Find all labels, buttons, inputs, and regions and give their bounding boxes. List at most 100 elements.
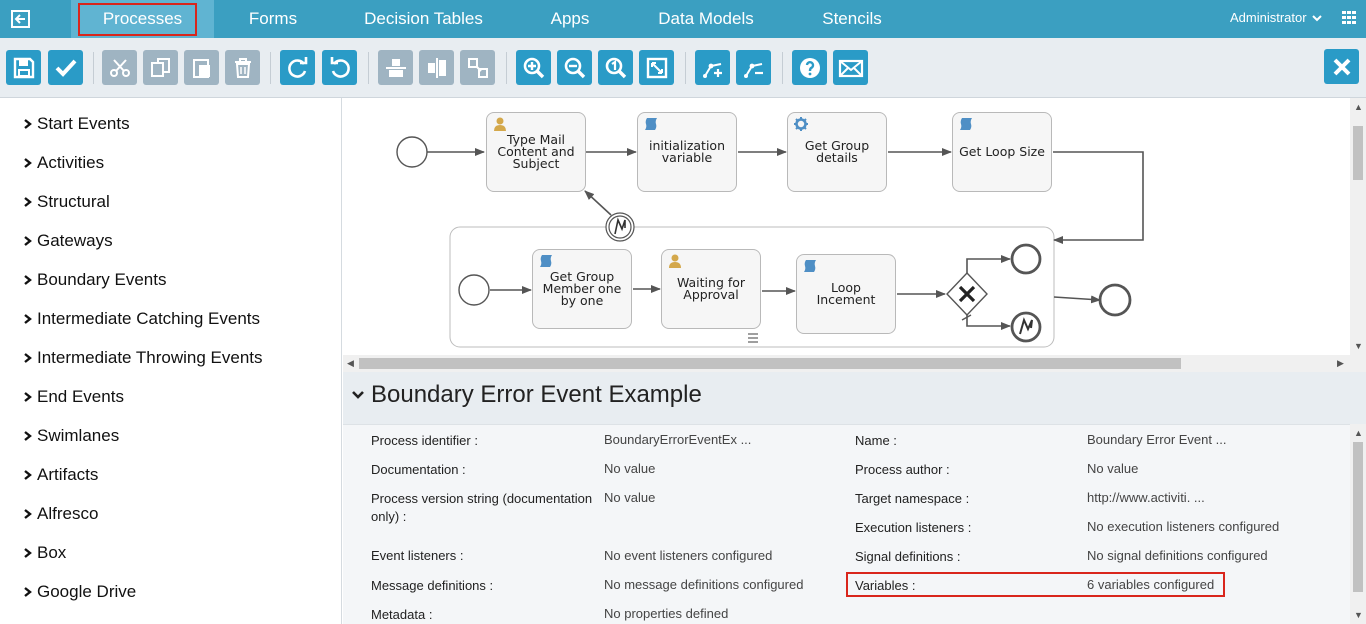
prop-value-version-string[interactable]: No value xyxy=(604,489,655,507)
zoom-in-button[interactable] xyxy=(516,50,551,85)
palette-group-artifacts[interactable]: Artifacts xyxy=(22,464,98,486)
task-label: Type Mail Content and Subject xyxy=(497,132,575,171)
task-initialization-variable[interactable]: initialization variable xyxy=(637,112,737,192)
sequence-flow[interactable] xyxy=(1053,295,1101,304)
user-menu[interactable]: Administrator xyxy=(1230,10,1322,25)
palette-group-start-events[interactable]: Start Events xyxy=(22,113,130,135)
prop-value-metadata[interactable]: No properties defined xyxy=(604,605,728,623)
prop-value-process-author[interactable]: No value xyxy=(1087,460,1138,478)
tab-data-models[interactable]: Data Models xyxy=(645,0,767,38)
task-label: Get Group details xyxy=(804,138,870,165)
help-button[interactable] xyxy=(792,50,827,85)
prop-value-target-namespace[interactable]: http://www.activiti. ... xyxy=(1087,489,1205,507)
envelope-icon xyxy=(838,59,863,77)
palette-group-label: Swimlanes xyxy=(37,426,120,445)
scroll-up-icon[interactable]: ▲ xyxy=(1354,428,1363,438)
scroll-down-icon[interactable]: ▼ xyxy=(1354,610,1363,620)
task-loop-increment[interactable]: Loop Incement xyxy=(796,254,896,334)
prop-value-documentation[interactable]: No value xyxy=(604,460,655,478)
scrollbar-thumb[interactable] xyxy=(359,358,1181,369)
palette-group-structural[interactable]: Structural xyxy=(22,191,110,213)
paste-button[interactable] xyxy=(184,50,219,85)
palette-group-google-drive[interactable]: Google Drive xyxy=(22,581,136,603)
task-get-loop-size[interactable]: Get Loop Size xyxy=(952,112,1052,192)
palette-group-gateways[interactable]: Gateways xyxy=(22,230,113,252)
apps-grid-icon[interactable] xyxy=(1342,11,1356,25)
prop-label: Process version string (documentation on… xyxy=(371,491,593,524)
palette-group-swimlanes[interactable]: Swimlanes xyxy=(22,425,119,447)
tab-forms[interactable]: Forms xyxy=(226,0,320,38)
undo-button[interactable] xyxy=(322,50,357,85)
scroll-down-icon[interactable]: ▼ xyxy=(1354,341,1363,351)
task-type-mail-content[interactable]: Type Mail Content and Subject xyxy=(486,112,586,192)
prop-label: Documentation : xyxy=(371,462,466,477)
palette-group-boundary-events[interactable]: Boundary Events xyxy=(22,269,166,291)
same-size-button[interactable] xyxy=(460,50,495,85)
palette-group-intermediate-catching-events[interactable]: Intermediate Catching Events xyxy=(22,308,260,330)
prop-label: Signal definitions : xyxy=(855,549,961,564)
task-label: Loop Incement xyxy=(816,280,876,307)
properties-header[interactable]: Boundary Error Event Example xyxy=(351,381,702,409)
prop-value-event-listeners[interactable]: No event listeners configured xyxy=(604,547,772,565)
task-waiting-for-approval[interactable]: Waiting for Approval xyxy=(661,249,761,329)
save-button[interactable] xyxy=(6,50,41,85)
end-event[interactable] xyxy=(1010,243,1042,275)
toolbar-divider xyxy=(782,52,783,84)
scroll-right-icon[interactable]: ▶ xyxy=(1337,358,1344,369)
task-get-group-member[interactable]: Get Group Member one by one xyxy=(532,249,632,329)
zoom-out-button[interactable] xyxy=(557,50,592,85)
prop-label: Process identifier : xyxy=(371,433,478,448)
process-title: Boundary Error Event Example xyxy=(371,381,702,408)
tab-apps[interactable]: Apps xyxy=(528,0,612,38)
add-bendpoint-button[interactable] xyxy=(695,50,730,85)
close-editor-button[interactable] xyxy=(1324,49,1359,84)
prop-value-process-identifier[interactable]: BoundaryErrorEventEx ... xyxy=(604,431,751,449)
prop-value-signal-definitions[interactable]: No signal definitions configured xyxy=(1087,547,1268,565)
prop-value-name[interactable]: Boundary Error Event ... xyxy=(1087,431,1226,449)
remove-bendpoint-icon xyxy=(743,62,763,78)
cut-button[interactable] xyxy=(102,50,137,85)
copy-icon xyxy=(150,57,170,77)
error-flow[interactable] xyxy=(584,190,612,216)
start-event[interactable] xyxy=(396,136,428,168)
palette-group-label: Intermediate Catching Events xyxy=(37,309,261,328)
remove-bendpoint-button[interactable] xyxy=(736,50,771,85)
subprocess-start-event[interactable] xyxy=(458,274,490,306)
palette-group-end-events[interactable]: End Events xyxy=(22,386,124,408)
highlight-box xyxy=(846,572,1225,597)
chevron-right-icon xyxy=(24,236,32,246)
palette-group-box[interactable]: Box xyxy=(22,542,66,564)
back-icon[interactable] xyxy=(10,8,32,30)
align-horizontal-button[interactable] xyxy=(419,50,454,85)
tab-decision-tables[interactable]: Decision Tables xyxy=(352,0,495,38)
prop-value-execution-listeners[interactable]: No execution listeners configured xyxy=(1087,518,1279,536)
task-get-group-details[interactable]: Get Group details xyxy=(787,112,887,192)
validate-button[interactable] xyxy=(48,50,83,85)
scroll-up-icon[interactable]: ▲ xyxy=(1354,102,1363,112)
align-vertical-button[interactable] xyxy=(378,50,413,85)
prop-value-message-definitions[interactable]: No message definitions configured xyxy=(604,576,803,594)
boundary-error-event[interactable] xyxy=(605,212,635,242)
top-navigation: Processes Forms Decision Tables Apps Dat… xyxy=(0,0,1366,44)
process-end-event[interactable] xyxy=(1098,283,1132,317)
palette-group-intermediate-throwing-events[interactable]: Intermediate Throwing Events xyxy=(22,347,263,369)
delete-button[interactable] xyxy=(225,50,260,85)
zoom-fit-button[interactable] xyxy=(639,50,674,85)
properties-scrollbar[interactable]: ▲ ▼ xyxy=(1350,424,1366,624)
task-label: initialization variable xyxy=(648,138,725,165)
redo-button[interactable] xyxy=(280,50,315,85)
tab-stencils[interactable]: Stencils xyxy=(806,0,898,38)
palette-group-activities[interactable]: Activities xyxy=(22,152,104,174)
feedback-button[interactable] xyxy=(833,50,868,85)
zoom-actual-button[interactable] xyxy=(598,50,633,85)
sequence-flow[interactable] xyxy=(1053,151,1144,244)
diagram-canvas[interactable]: Type Mail Content and Subject initializa… xyxy=(343,98,1350,355)
error-end-event[interactable] xyxy=(1010,311,1042,343)
scroll-left-icon[interactable]: ◀ xyxy=(347,358,354,369)
canvas-vertical-scrollbar[interactable]: ▲ ▼ xyxy=(1350,98,1366,355)
canvas-horizontal-scrollbar[interactable]: ◀ ▶ xyxy=(343,355,1350,372)
palette-group-alfresco[interactable]: Alfresco xyxy=(22,503,98,525)
scrollbar-thumb[interactable] xyxy=(1353,126,1363,180)
scrollbar-thumb[interactable] xyxy=(1353,442,1363,592)
copy-button[interactable] xyxy=(143,50,178,85)
